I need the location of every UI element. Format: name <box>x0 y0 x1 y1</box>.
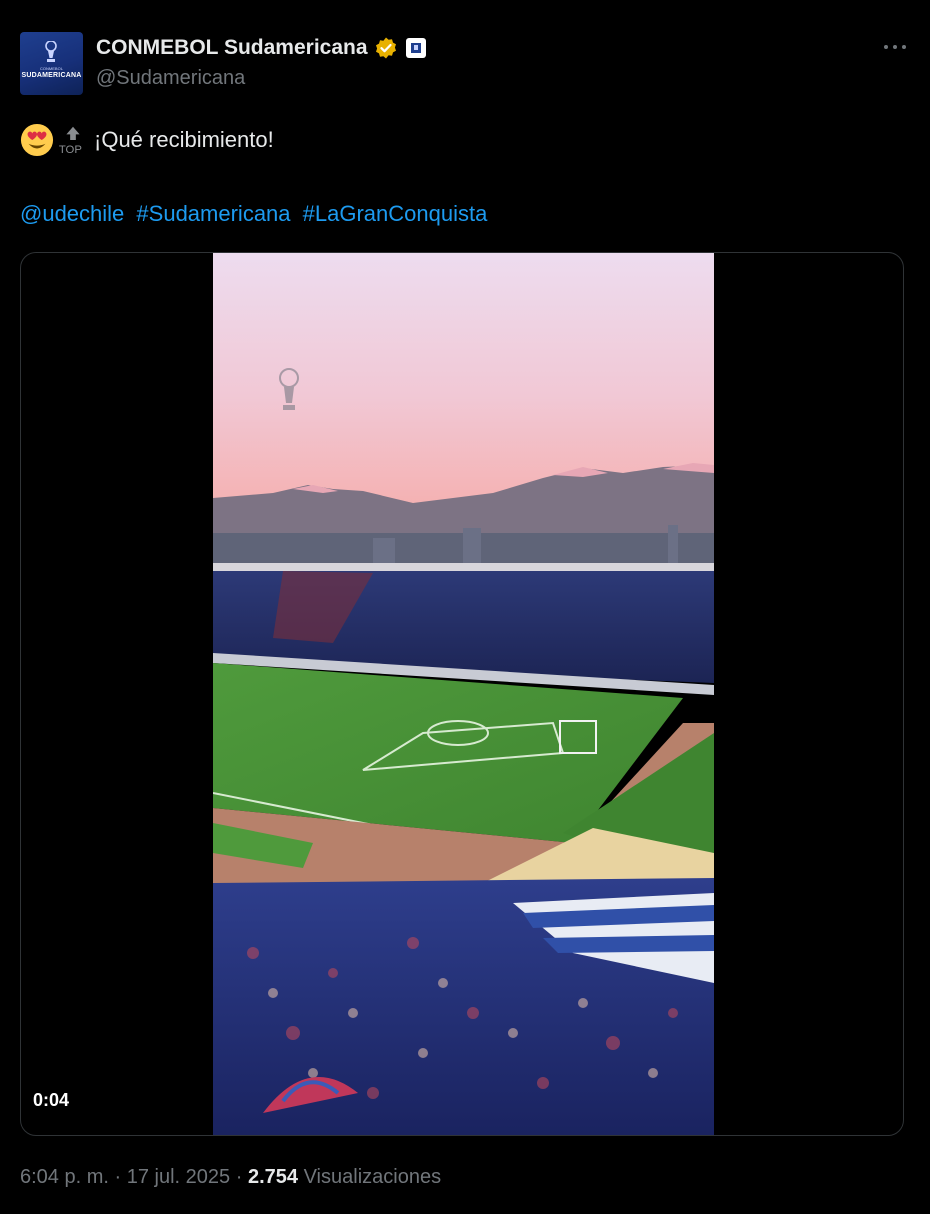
affiliate-logo-icon <box>410 43 421 53</box>
avatar-sublabel: CONMEBOL <box>40 66 63 71</box>
trophy-icon <box>45 41 57 62</box>
display-name[interactable]: CONMEBOL Sudamericana <box>96 36 368 60</box>
tweet-text-line: TOP ¡Qué recibimiento! <box>20 122 274 158</box>
tweet-text: ¡Qué recibimiento! <box>94 127 274 152</box>
account-names: CONMEBOL Sudamericana @Sudamericana <box>96 36 426 90</box>
video-duration: 0:04 <box>33 1090 70 1110</box>
more-dot <box>902 45 906 49</box>
verified-icon[interactable] <box>374 36 398 60</box>
tweet-date[interactable]: 17 jul. 2025 <box>127 1166 230 1188</box>
hashtag-link[interactable]: #LaGranConquista <box>303 201 488 226</box>
account-handle[interactable]: @Sudamericana <box>96 67 426 90</box>
mention-link[interactable]: @udechile <box>20 201 124 226</box>
tweet-links: @udechile #Sudamericana #LaGranConquista <box>20 201 493 227</box>
more-dot <box>884 45 888 49</box>
more-options-button[interactable] <box>884 36 910 56</box>
tweet-header: CONMEBOL SUDAMERICANA CONMEBOL Sudameric… <box>20 32 910 96</box>
meta-separator: · <box>235 1166 243 1188</box>
heart-eyes-emoji-icon <box>20 123 54 157</box>
more-dot <box>893 45 897 49</box>
media-frame <box>20 252 904 1136</box>
avatar-label: SUDAMERICANA <box>21 72 82 79</box>
avatar[interactable]: CONMEBOL SUDAMERICANA <box>20 32 83 95</box>
affiliate-badge-icon[interactable] <box>405 38 426 58</box>
hashtag-link[interactable]: #Sudamericana <box>136 201 290 226</box>
tweet-meta: 6:04 p. m. · 17 jul. 2025 · 2.754 Visual… <box>20 1166 441 1189</box>
video-player[interactable] <box>213 253 714 1135</box>
tweet-time[interactable]: 6:04 p. m. <box>20 1166 109 1188</box>
svg-text:TOP: TOP <box>59 144 82 156</box>
views-label: Visualizaciones <box>303 1166 442 1188</box>
meta-separator: · <box>114 1166 122 1188</box>
views-count: 2.754 <box>247 1166 299 1188</box>
top-arrow-emoji-icon: TOP <box>59 126 82 156</box>
